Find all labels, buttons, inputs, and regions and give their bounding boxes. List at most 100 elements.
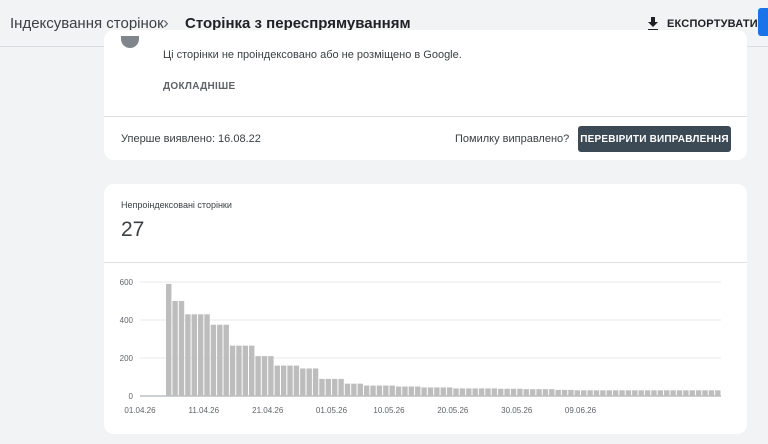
bar[interactable] [344, 383, 351, 396]
x-tick-label: 10.05.26 [373, 406, 405, 415]
bar[interactable] [185, 314, 191, 396]
bar[interactable] [178, 301, 185, 396]
bar[interactable] [504, 388, 510, 396]
bar[interactable] [581, 390, 587, 396]
bar[interactable] [606, 390, 612, 396]
bar[interactable] [434, 387, 440, 396]
bar[interactable] [191, 314, 197, 396]
y-tick-label: 200 [120, 354, 134, 363]
bar[interactable] [549, 389, 555, 396]
bar[interactable] [172, 301, 178, 396]
bar[interactable] [485, 388, 491, 396]
bar[interactable] [287, 365, 293, 396]
bar[interactable] [619, 390, 625, 396]
bar[interactable] [517, 388, 523, 396]
bar[interactable] [593, 390, 600, 396]
bar[interactable] [638, 390, 644, 396]
bar[interactable] [498, 388, 504, 396]
bar[interactable] [459, 388, 466, 396]
bar[interactable] [478, 388, 485, 396]
bar[interactable] [166, 283, 172, 396]
bar[interactable] [236, 345, 242, 396]
bar[interactable] [472, 388, 478, 396]
bar[interactable] [210, 324, 217, 396]
bar[interactable] [363, 385, 370, 396]
bar[interactable] [223, 324, 229, 396]
y-tick-label: 400 [120, 316, 134, 325]
bar[interactable] [383, 385, 389, 396]
share-button-edge[interactable] [758, 8, 768, 36]
bar[interactable] [300, 368, 306, 396]
x-tick-label: 20.05.26 [437, 406, 469, 415]
bar[interactable] [440, 387, 446, 396]
x-tick-label: 21.04.26 [252, 406, 284, 415]
bar[interactable] [338, 378, 344, 396]
bar[interactable] [683, 390, 689, 396]
bar[interactable] [612, 390, 619, 396]
bar[interactable] [491, 388, 498, 396]
bar[interactable] [376, 385, 383, 396]
bar[interactable] [268, 356, 274, 396]
bar[interactable] [446, 387, 453, 396]
bar[interactable] [542, 389, 549, 396]
bar[interactable] [312, 368, 319, 396]
bar[interactable] [510, 388, 517, 396]
x-tick-label: 09.06.26 [565, 406, 597, 415]
bar[interactable] [555, 389, 561, 396]
bar[interactable] [715, 390, 721, 396]
bar[interactable] [280, 365, 287, 396]
bar[interactable] [370, 385, 376, 396]
divider [104, 116, 747, 117]
bar[interactable] [587, 390, 593, 396]
bar[interactable] [255, 356, 261, 396]
bar[interactable] [561, 389, 568, 396]
bar[interactable] [197, 314, 204, 396]
learn-more-link[interactable]: ДОКЛАДНІШЕ [163, 81, 235, 92]
bar[interactable] [408, 386, 415, 397]
bar[interactable] [351, 383, 357, 396]
bar[interactable] [217, 324, 223, 396]
bar[interactable] [670, 390, 676, 396]
bar[interactable] [242, 345, 249, 396]
bar[interactable] [708, 390, 715, 396]
bar[interactable] [644, 390, 651, 396]
bar[interactable] [319, 378, 325, 396]
bar[interactable] [568, 389, 574, 396]
bar[interactable] [466, 388, 472, 396]
x-tick-label: 01.05.26 [316, 406, 348, 415]
bar[interactable] [664, 390, 670, 396]
bar[interactable] [453, 388, 459, 396]
bar[interactable] [689, 390, 695, 396]
bar[interactable] [229, 345, 236, 396]
bar[interactable] [651, 390, 657, 396]
bar[interactable] [325, 378, 332, 396]
bar[interactable] [389, 385, 395, 396]
bar[interactable] [306, 368, 312, 396]
bar[interactable] [274, 365, 280, 396]
bar[interactable] [695, 390, 702, 396]
bar[interactable] [676, 390, 683, 396]
bar[interactable] [702, 390, 708, 396]
bar[interactable] [529, 389, 536, 396]
bar[interactable] [523, 389, 529, 396]
bar[interactable] [657, 390, 664, 396]
pages-bar-chart: 600 400 200 0 01.04.26 11.04.26 21.04.26 01.05.… [120, 278, 721, 415]
bar[interactable] [536, 389, 542, 396]
bar[interactable] [625, 390, 632, 396]
bar[interactable] [421, 387, 427, 396]
bar[interactable] [427, 387, 434, 396]
bar[interactable] [357, 383, 363, 396]
bar[interactable] [402, 386, 408, 397]
bar[interactable] [332, 378, 338, 396]
bar[interactable] [632, 390, 638, 396]
bar[interactable] [395, 386, 402, 397]
validate-fix-button[interactable]: ПЕРЕВІРИТИ ВИПРАВЛЕННЯ [578, 126, 731, 152]
bar[interactable] [261, 356, 268, 396]
bar[interactable] [600, 390, 606, 396]
bar[interactable] [574, 390, 581, 396]
download-icon [648, 17, 658, 31]
bar[interactable] [415, 386, 421, 397]
bar[interactable] [204, 314, 210, 396]
bar[interactable] [293, 365, 300, 396]
bar[interactable] [249, 345, 255, 396]
